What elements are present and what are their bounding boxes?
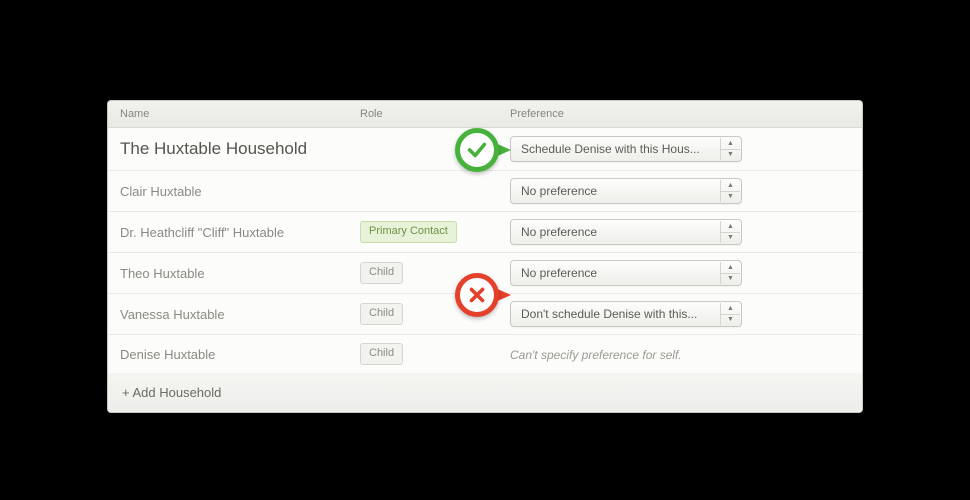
table-row: Clair Huxtable No preference ▲▼: [108, 171, 862, 212]
member-name: Vanessa Huxtable: [108, 303, 348, 326]
household-panel: Name Role Preference The Huxtable Househ…: [107, 100, 863, 413]
member-preference-cell: No preference ▲▼: [498, 215, 862, 249]
child-badge: Child: [360, 262, 403, 283]
header-preference: Preference: [498, 101, 862, 127]
header-name: Name: [108, 101, 348, 127]
member-name: Clair Huxtable: [108, 180, 348, 203]
stepper-icon: ▲▼: [720, 303, 740, 325]
table-row: Dr. Heathcliff "Cliff" Huxtable Primary …: [108, 212, 862, 253]
member-preference-cell: No preference ▲▼: [498, 174, 862, 208]
preference-select[interactable]: No preference ▲▼: [510, 260, 742, 286]
add-household-button[interactable]: + Add Household: [108, 373, 862, 412]
preference-select[interactable]: No preference ▲▼: [510, 178, 742, 204]
member-role: Primary Contact: [348, 217, 498, 246]
household-title: The Huxtable Household: [108, 131, 498, 167]
select-value: Don't schedule Denise with this...: [521, 307, 697, 321]
child-badge: Child: [360, 303, 403, 324]
stepper-icon: ▲▼: [720, 138, 740, 160]
header-role: Role: [348, 101, 498, 127]
member-role: Child: [348, 258, 498, 287]
preference-select[interactable]: No preference ▲▼: [510, 219, 742, 245]
preference-self-note: Can't specify preference for self.: [510, 348, 682, 362]
household-preference-select[interactable]: Schedule Denise with this Hous... ▲▼: [510, 136, 742, 162]
table-row: Vanessa Huxtable Child Don't schedule De…: [108, 294, 862, 335]
member-role: [348, 187, 498, 195]
add-household-label: + Add Household: [122, 385, 221, 400]
household-preference-cell: Schedule Denise with this Hous... ▲▼: [498, 132, 862, 166]
select-value: No preference: [521, 266, 597, 280]
member-role: Child: [348, 339, 498, 368]
primary-contact-badge: Primary Contact: [360, 221, 457, 242]
member-preference-cell: Can't specify preference for self.: [498, 343, 862, 366]
member-preference-cell: No preference ▲▼: [498, 256, 862, 290]
stepper-icon: ▲▼: [720, 262, 740, 284]
member-name: Dr. Heathcliff "Cliff" Huxtable: [108, 221, 348, 244]
child-badge: Child: [360, 343, 403, 364]
stepper-icon: ▲▼: [720, 221, 740, 243]
member-preference-cell: Don't schedule Denise with this... ▲▼: [498, 297, 862, 331]
household-row: The Huxtable Household Schedule Denise w…: [108, 128, 862, 171]
select-value: No preference: [521, 184, 597, 198]
preference-select[interactable]: Don't schedule Denise with this... ▲▼: [510, 301, 742, 327]
member-role: Child: [348, 299, 498, 328]
member-name: Denise Huxtable: [108, 343, 348, 366]
table-header: Name Role Preference: [108, 101, 862, 128]
member-name: Theo Huxtable: [108, 262, 348, 285]
table-row: Theo Huxtable Child No preference ▲▼: [108, 253, 862, 294]
select-value: No preference: [521, 225, 597, 239]
stepper-icon: ▲▼: [720, 180, 740, 202]
table-row: Denise Huxtable Child Can't specify pref…: [108, 335, 862, 373]
select-value: Schedule Denise with this Hous...: [521, 142, 700, 156]
